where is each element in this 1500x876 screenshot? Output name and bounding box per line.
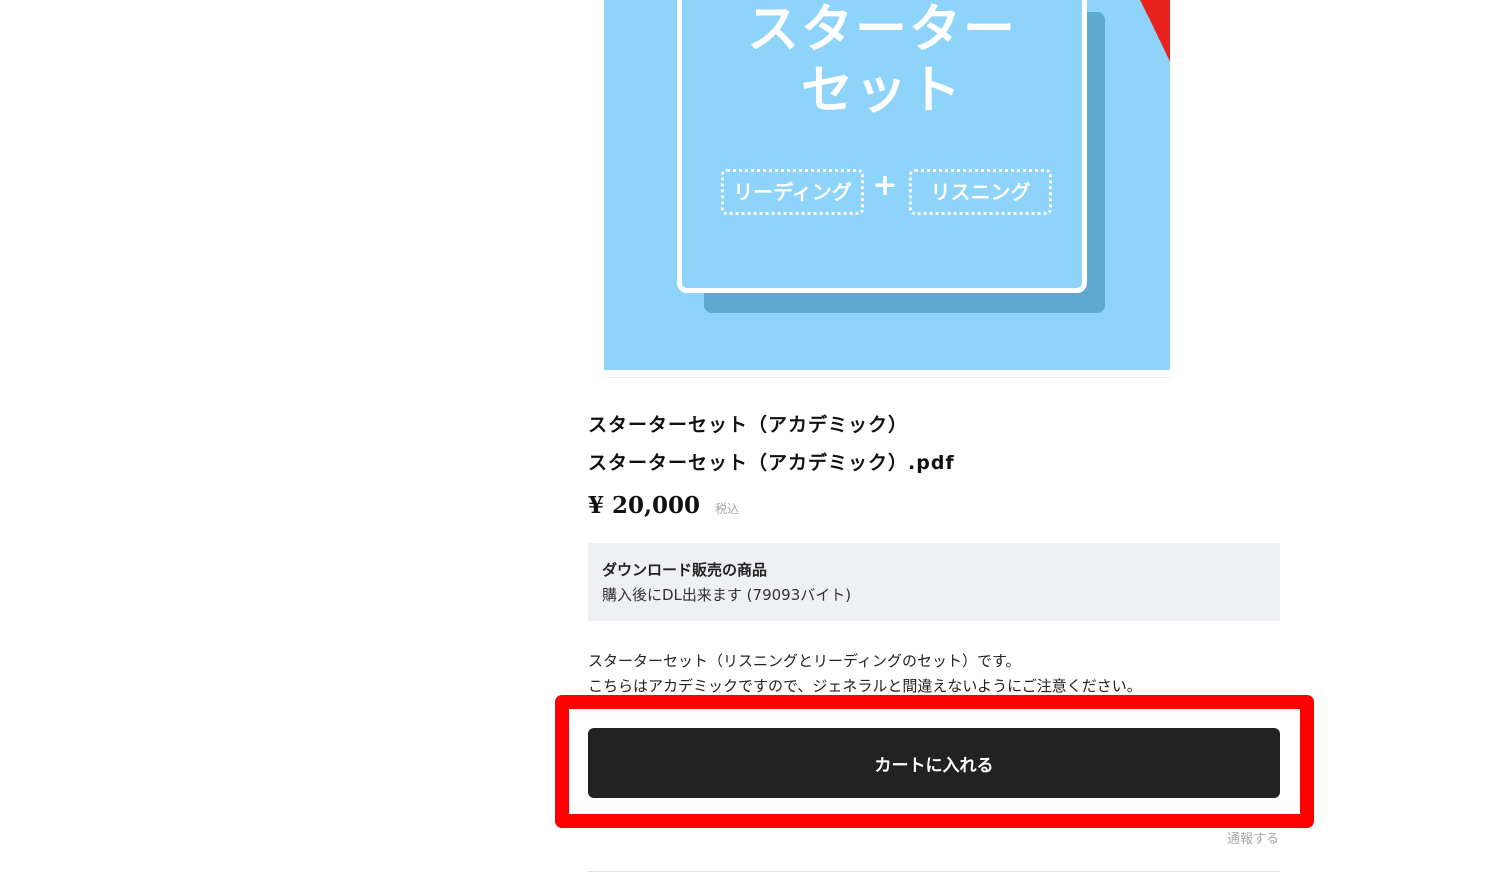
product-image: スターター セット リーディング + リスニング xyxy=(604,0,1170,370)
listening-pill: リスニング xyxy=(909,169,1052,215)
tax-label: 税込 xyxy=(715,502,740,516)
report-link[interactable]: 通報する xyxy=(1227,828,1279,847)
image-divider xyxy=(604,377,1170,378)
product-file-name: スターターセット（アカデミック）.pdf xyxy=(588,452,955,474)
download-note: 購入後にDL出来ます (79093バイト) xyxy=(602,586,852,604)
plus-sign: + xyxy=(872,168,898,203)
add-to-cart-button[interactable]: カートに入れる xyxy=(588,728,1280,798)
reading-pill: リーディング xyxy=(721,169,864,215)
cover-title-line2: セット xyxy=(800,61,963,121)
download-heading: ダウンロード販売の商品 xyxy=(602,561,768,579)
bottom-divider xyxy=(588,871,1280,872)
description-line-1: スターターセット（リスニングとリーディングのセット）です。 xyxy=(588,652,1021,670)
price-row: ¥ 20,000 税込 xyxy=(588,492,739,519)
product-title: スターターセット（アカデミック） xyxy=(588,414,909,436)
product-price: ¥ 20,000 xyxy=(588,492,701,519)
download-info-box: ダウンロード販売の商品 購入後にDL出来ます (79093バイト) xyxy=(588,543,1280,621)
cover-title-line1: スターター xyxy=(746,0,1017,60)
ribbon-icon xyxy=(1140,0,1170,62)
product-description: スターターセット（リスニングとリーディングのセット）です。 こちらはアカデミック… xyxy=(588,649,1142,699)
cover-card: スターター セット リーディング + リスニング xyxy=(677,0,1087,293)
